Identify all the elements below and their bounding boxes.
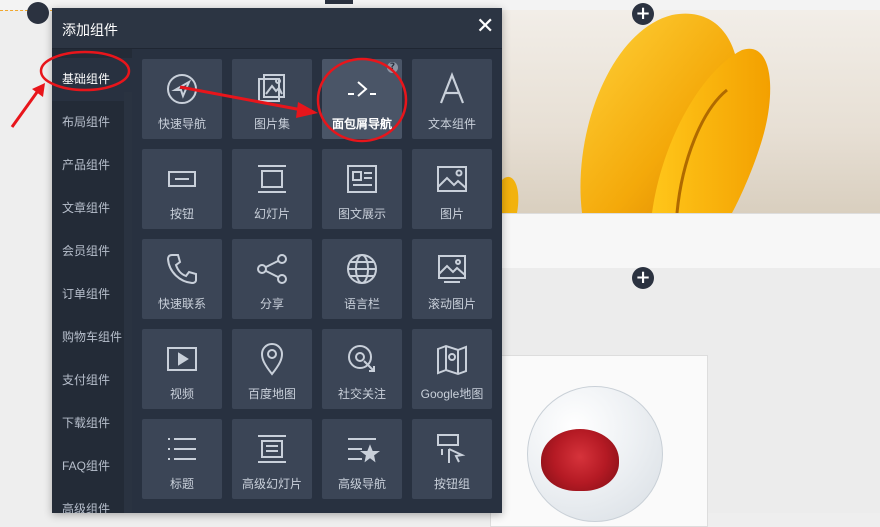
sidebar-item-article[interactable]: 文章组件 <box>52 187 132 230</box>
tile-label: 图片集 <box>253 117 290 131</box>
tile-label: 高级导航 <box>337 477 386 491</box>
letter-a-icon <box>434 71 470 107</box>
tile-label: 图片 <box>439 207 464 221</box>
sidebar-item-order[interactable]: 订单组件 <box>52 273 132 316</box>
tile-label: 社交关注 <box>337 387 386 401</box>
tile-label: Google地图 <box>420 387 484 401</box>
sidebar-item-member[interactable]: 会员组件 <box>52 230 132 273</box>
tile-label: 分享 <box>259 297 284 311</box>
list-title-icon <box>164 431 200 467</box>
component-baidu-map[interactable]: 百度地图 <box>232 329 312 409</box>
panel-header: 添加组件 ✕ <box>52 8 502 49</box>
content-band <box>502 213 880 270</box>
component-language-bar[interactable]: 语言栏 <box>322 239 402 319</box>
component-title[interactable]: 标题 <box>142 419 222 499</box>
component-video[interactable]: 视频 <box>142 329 222 409</box>
social-follow-icon <box>344 341 380 377</box>
tile-label: 快速联系 <box>157 297 206 311</box>
component-image-gallery[interactable]: 图片集 <box>232 59 312 139</box>
image-text-icon <box>344 161 380 197</box>
image-icon <box>434 161 470 197</box>
tile-label: 视频 <box>169 387 194 401</box>
component-image[interactable]: 图片 <box>412 149 492 229</box>
sidebar-item-download[interactable]: 下载组件 <box>52 402 132 445</box>
annotation-arrow-sidebar <box>10 87 42 128</box>
sidebar-item-layout[interactable]: 布局组件 <box>52 101 132 144</box>
map-pin-icon <box>254 341 290 377</box>
sidebar-item-payment[interactable]: 支付组件 <box>52 359 132 402</box>
help-badge[interactable]: ? <box>387 62 398 73</box>
section-handle[interactable] <box>27 2 49 24</box>
component-button[interactable]: 按钮 <box>142 149 222 229</box>
component-advanced-nav[interactable]: 高级导航 <box>322 419 402 499</box>
compass-icon <box>164 71 200 107</box>
component-share[interactable]: 分享 <box>232 239 312 319</box>
panel-title: 添加组件 <box>62 22 118 38</box>
component-image-text[interactable]: 图文展示 <box>322 149 402 229</box>
tile-label: 高级幻灯片 <box>241 477 302 491</box>
scroll-image-icon <box>434 251 470 287</box>
button-group-icon <box>434 431 470 467</box>
video-icon <box>164 341 200 377</box>
tile-label: 百度地图 <box>247 387 296 401</box>
breadcrumb-icon <box>344 71 380 107</box>
red-rose <box>541 429 619 491</box>
hero-tulip-image <box>502 10 880 213</box>
category-sidebar: 基础组件 布局组件 产品组件 文章组件 会员组件 订单组件 购物车组件 支付组件… <box>52 49 132 513</box>
share-icon <box>254 251 290 287</box>
tile-label: 滚动图片 <box>427 297 476 311</box>
component-google-map[interactable]: Google地图 <box>412 329 492 409</box>
tile-label: 文本组件 <box>427 117 476 131</box>
sidebar-item-faq[interactable]: FAQ组件 <box>52 445 132 488</box>
sidebar-item-advanced[interactable]: 高级组件 <box>52 488 132 513</box>
tile-label: 图文展示 <box>337 207 386 221</box>
add-component-panel: 添加组件 ✕ 基础组件 布局组件 产品组件 文章组件 会员组件 订单组件 购物车… <box>52 8 502 513</box>
sidebar-item-cart[interactable]: 购物车组件 <box>52 316 132 359</box>
image-gallery-icon <box>254 71 290 107</box>
component-scroll-image[interactable]: 滚动图片 <box>412 239 492 319</box>
component-button-group[interactable]: 按钮组 <box>412 419 492 499</box>
tile-label: 按钮 <box>169 207 194 221</box>
component-breadcrumb[interactable]: ? 面包屑导航 <box>322 59 402 139</box>
slideshow-icon <box>254 161 290 197</box>
advanced-slideshow-icon <box>254 431 290 467</box>
canvas-top-tab <box>325 0 353 4</box>
component-advanced-slideshow[interactable]: 高级幻灯片 <box>232 419 312 499</box>
component-text[interactable]: 文本组件 <box>412 59 492 139</box>
component-quick-nav[interactable]: 快速导航 <box>142 59 222 139</box>
tile-label: 快速导航 <box>157 117 206 131</box>
component-quick-contact[interactable]: 快速联系 <box>142 239 222 319</box>
tulip-illustration <box>502 13 771 213</box>
google-map-icon <box>434 341 470 377</box>
sidebar-item-basic[interactable]: 基础组件 <box>52 58 132 101</box>
arrowhead-sidebar <box>32 83 45 97</box>
sidebar-item-product[interactable]: 产品组件 <box>52 144 132 187</box>
tile-label: 语言栏 <box>343 297 380 311</box>
phone-icon <box>164 251 200 287</box>
tile-label: 标题 <box>169 477 194 491</box>
add-section-button-middle[interactable]: + <box>632 267 654 289</box>
add-section-button-top[interactable]: + <box>632 3 654 25</box>
component-social-follow[interactable]: 社交关注 <box>322 329 402 409</box>
advanced-nav-icon <box>344 431 380 467</box>
tile-label: 按钮组 <box>433 477 470 491</box>
close-icon[interactable]: ✕ <box>476 16 494 38</box>
button-icon <box>164 161 200 197</box>
globe-icon <box>344 251 380 287</box>
component-slideshow[interactable]: 幻灯片 <box>232 149 312 229</box>
sidebar-divider <box>124 92 132 513</box>
tile-label: 幻灯片 <box>253 207 290 221</box>
tile-label: 面包屑导航 <box>331 117 392 131</box>
product-image-card <box>490 355 708 527</box>
